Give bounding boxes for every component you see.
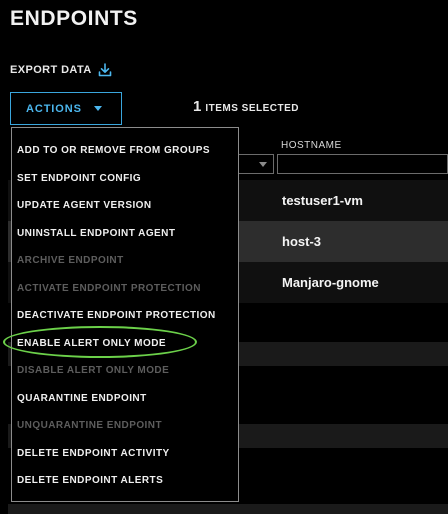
menu-item-update-agent-version[interactable]: UPDATE AGENT VERSION	[12, 192, 238, 220]
selection-summary: 1 ITEMS SELECTED	[193, 98, 299, 115]
hostname-column-header[interactable]: HOSTNAME	[281, 140, 342, 151]
menu-item-delete-endpoint-activity[interactable]: DELETE ENDPOINT ACTIVITY	[12, 440, 238, 468]
actions-dropdown-button[interactable]: ACTIONS	[10, 92, 122, 125]
hostname-cell: testuser1-vm	[282, 193, 363, 208]
actions-menu: ADD TO OR REMOVE FROM GROUPS SET ENDPOIN…	[11, 127, 239, 502]
caret-down-icon	[259, 162, 267, 167]
download-icon	[98, 63, 111, 77]
menu-item-delete-endpoint-alerts[interactable]: DELETE ENDPOINT ALERTS	[12, 467, 238, 495]
menu-item-enable-alert-only-mode[interactable]: ENABLE ALERT ONLY MODE	[12, 330, 238, 358]
menu-item-add-remove-groups[interactable]: ADD TO OR REMOVE FROM GROUPS	[12, 137, 238, 165]
menu-item-activate-endpoint-protection: ACTIVATE ENDPOINT PROTECTION	[17, 282, 201, 294]
hostname-cell: Manjaro-gnome	[282, 275, 379, 290]
selected-count: 1	[193, 98, 202, 115]
export-data-label: EXPORT DATA	[10, 64, 92, 76]
hostname-cell: host-3	[282, 234, 321, 249]
menu-item-uninstall-endpoint-agent[interactable]: UNINSTALL ENDPOINT AGENT	[12, 220, 238, 248]
table-row-empty	[8, 504, 448, 514]
actions-label: ACTIONS	[26, 102, 82, 115]
menu-item-deactivate-endpoint-protection[interactable]: DEACTIVATE ENDPOINT PROTECTION	[12, 302, 238, 330]
menu-item-set-endpoint-config[interactable]: SET ENDPOINT CONFIG	[12, 165, 238, 193]
hostname-filter-input[interactable]	[277, 154, 448, 174]
menu-item-unquarantine-endpoint: UNQUARANTINE ENDPOINT	[17, 420, 163, 432]
page-title: ENDPOINTS	[10, 7, 138, 30]
caret-down-icon	[93, 106, 102, 111]
selected-text: ITEMS SELECTED	[205, 103, 300, 114]
menu-item-archive-endpoint: ARCHIVE ENDPOINT	[17, 255, 124, 267]
menu-item-quarantine-endpoint[interactable]: QUARANTINE ENDPOINT	[12, 385, 238, 413]
export-data-button[interactable]: EXPORT DATA	[10, 62, 112, 78]
column-filter-select[interactable]	[238, 154, 274, 174]
menu-item-disable-alert-only-mode: DISABLE ALERT ONLY MODE	[17, 365, 170, 377]
